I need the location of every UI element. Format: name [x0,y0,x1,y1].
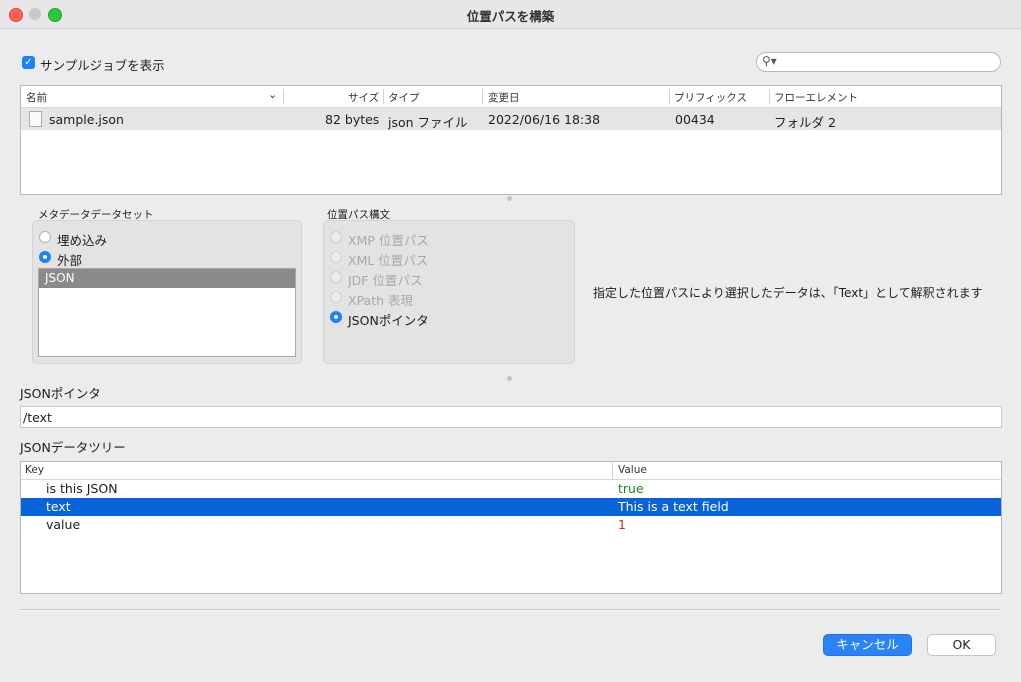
json-tree-label: JSONデータツリー [20,440,126,455]
show-samples-label[interactable]: サンプルジョブを表示 [40,55,165,74]
column-header-name[interactable]: 名前 [26,90,47,105]
tree-value: true [618,481,644,496]
row-size: 82 bytes [325,112,380,127]
window-title: 位置パスを構築 [466,9,555,24]
column-header-type[interactable]: タイプ [388,90,420,105]
row-name: sample.json [49,112,124,127]
search-icon: ⚲▾ [762,54,777,68]
radio-json-pointer[interactable] [330,311,342,323]
json-pointer-input[interactable]: /text [20,406,1002,428]
column-header-prefix[interactable]: プリフィックス [674,90,747,105]
column-header-key[interactable]: Key [25,464,44,476]
ok-button[interactable]: OK [927,634,996,656]
json-data-tree[interactable]: Key Value is this JSON true text This is… [20,461,1002,594]
radio-xmp[interactable] [330,231,342,243]
file-icon [29,111,42,127]
row-flow-element: フォルダ 2 [774,115,836,130]
show-samples-checkbox[interactable]: ✓ [22,56,35,69]
list-item-label: JSON [45,271,75,285]
row-prefix: 00434 [675,112,715,127]
json-pointer-label: JSONポインタ [20,386,101,401]
radio-xmp-label: XMP 位置パス [348,233,429,248]
tree-row[interactable]: value 1 [21,516,1001,534]
table-row[interactable]: sample.json 82 bytes json ファイル 2022/06/1… [21,108,1001,130]
radio-xml[interactable] [330,251,342,263]
column-header-size[interactable]: サイズ [348,90,379,105]
file-table[interactable]: 名前 ⌄ サイズ タイプ 変更日 プリフィックス フローエレメント sample… [20,85,1002,195]
splitter-handle[interactable] [507,196,512,201]
tree-row-selected[interactable]: text This is a text field [21,498,1001,516]
interpretation-note: 指定した位置パスにより選択したデータは、「Text」として解釈されます [593,286,983,300]
radio-embedded-label[interactable]: 埋め込み [57,230,107,249]
radio-xml-label: XML 位置パス [348,253,429,268]
sort-chevron-down-icon[interactable]: ⌄ [268,88,277,101]
radio-jdf[interactable] [330,271,342,283]
tree-value: This is a text field [618,499,729,514]
radio-jdf-label: JDF 位置パス [348,273,423,288]
tree-header: Key Value [21,462,1001,480]
radio-xpath-label: XPath 表現 [348,293,413,308]
column-header-modified[interactable]: 変更日 [488,90,520,105]
column-header-value[interactable]: Value [618,464,647,476]
cancel-button[interactable]: キャンセル [823,634,912,656]
divider [20,609,1000,610]
radio-embedded[interactable] [39,231,51,243]
tree-key: is this JSON [46,481,118,496]
row-type: json ファイル [388,115,468,130]
list-item[interactable]: JSON [39,269,295,288]
tree-value: 1 [618,517,626,532]
row-modified: 2022/06/16 18:38 [488,112,601,127]
splitter-handle[interactable] [507,376,512,381]
json-pointer-value: /text [23,410,52,425]
radio-external-label[interactable]: 外部 [57,250,82,269]
tree-row[interactable]: is this JSON true [21,480,1001,498]
dataset-listbox[interactable]: JSON [38,268,296,357]
search-input[interactable]: ⚲▾ [756,52,1001,72]
radio-external[interactable] [39,251,51,263]
title-bar: 位置パスを構築 [0,0,1021,29]
tree-key: text [46,499,71,514]
column-header-flow-element[interactable]: フローエレメント [774,90,858,105]
radio-xpath[interactable] [330,291,342,303]
radio-json-pointer-label[interactable]: JSONポインタ [348,310,429,329]
tree-key: value [46,517,81,532]
file-table-header: 名前 ⌄ サイズ タイプ 変更日 プリフィックス フローエレメント [21,86,1001,108]
